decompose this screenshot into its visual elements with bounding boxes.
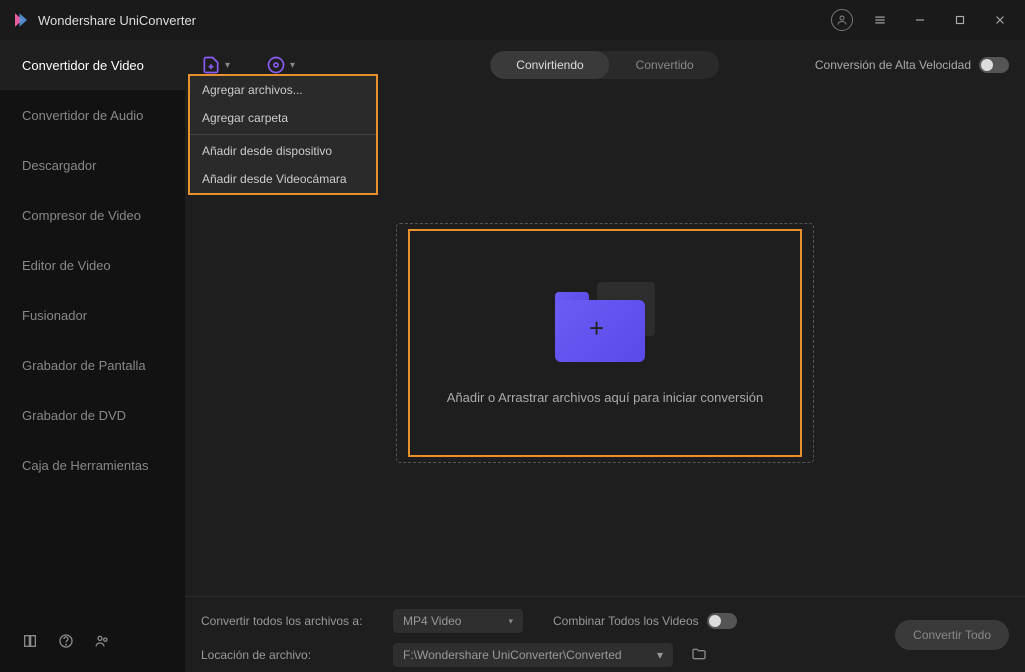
output-path-value: F:\Wondershare UniConverter\Converted bbox=[403, 648, 622, 662]
sidebar-item-toolbox[interactable]: Caja de Herramientas bbox=[0, 440, 185, 490]
app-title: Wondershare UniConverter bbox=[38, 13, 196, 28]
dropdown-item-label: Añadir desde Videocámara bbox=[202, 172, 347, 186]
chevron-down-icon: ▾ bbox=[290, 60, 295, 71]
high-speed-toggle-wrap: Conversión de Alta Velocidad bbox=[815, 57, 1009, 73]
titlebar: Wondershare UniConverter bbox=[0, 0, 1025, 40]
sidebar-item-dvd-burner[interactable]: Grabador de DVD bbox=[0, 390, 185, 440]
sidebar-item-merger[interactable]: Fusionador bbox=[0, 290, 185, 340]
plus-icon: + bbox=[589, 313, 604, 344]
sidebar-item-screen-recorder[interactable]: Grabador de Pantalla bbox=[0, 340, 185, 390]
tab-label: Convirtiendo bbox=[516, 58, 583, 72]
sidebar-item-audio-converter[interactable]: Convertidor de Audio bbox=[0, 90, 185, 140]
app-logo-icon bbox=[12, 11, 30, 29]
app-logo-wrap: Wondershare UniConverter bbox=[12, 11, 196, 29]
combine-label: Combinar Todos los Videos bbox=[553, 614, 699, 628]
chevron-down-icon: ▾ bbox=[508, 616, 513, 627]
add-disc-button[interactable]: ▾ bbox=[266, 55, 295, 75]
chevron-down-icon: ▾ bbox=[657, 648, 663, 662]
convert-all-label: Convertir todos los archivos a: bbox=[201, 614, 381, 628]
add-folder-icon: + bbox=[555, 282, 655, 362]
dropdown-from-camcorder[interactable]: Añadir desde Videocámara bbox=[190, 165, 376, 193]
output-format-value: MP4 Video bbox=[403, 614, 461, 628]
tab-segment: Convirtiendo Convertido bbox=[490, 51, 719, 79]
sidebar-item-label: Convertidor de Audio bbox=[22, 108, 143, 123]
book-icon[interactable] bbox=[22, 633, 38, 654]
close-icon[interactable] bbox=[987, 7, 1013, 33]
tab-converted[interactable]: Convertido bbox=[610, 51, 720, 79]
output-path-field[interactable]: F:\Wondershare UniConverter\Converted ▾ bbox=[393, 643, 673, 667]
sidebar-item-label: Compresor de Video bbox=[22, 208, 141, 223]
add-file-dropdown: Agregar archivos... Agregar carpeta Añad… bbox=[188, 74, 378, 195]
tab-label: Convertido bbox=[636, 58, 694, 72]
sidebar-item-label: Caja de Herramientas bbox=[22, 458, 148, 473]
location-label: Locación de archivo: bbox=[201, 648, 381, 662]
footer: Convertir todos los archivos a: MP4 Vide… bbox=[185, 596, 1025, 672]
sidebar-item-label: Fusionador bbox=[22, 308, 87, 323]
dropdown-item-label: Agregar archivos... bbox=[202, 83, 303, 97]
dropdown-add-folder[interactable]: Agregar carpeta bbox=[190, 104, 376, 132]
maximize-icon[interactable] bbox=[947, 7, 973, 33]
dropdown-item-label: Agregar carpeta bbox=[202, 111, 288, 125]
convert-all-button-label: Convertir Todo bbox=[913, 628, 991, 642]
combine-toggle[interactable] bbox=[707, 613, 737, 629]
chevron-down-icon: ▾ bbox=[225, 60, 230, 71]
sidebar-item-video-converter[interactable]: Convertidor de Video bbox=[0, 40, 185, 90]
user-account-icon[interactable] bbox=[831, 9, 853, 31]
sidebar-item-label: Convertidor de Video bbox=[22, 58, 144, 73]
minimize-icon[interactable] bbox=[907, 7, 933, 33]
team-icon[interactable] bbox=[94, 633, 110, 654]
open-folder-icon[interactable] bbox=[691, 646, 707, 665]
sidebar-footer bbox=[0, 615, 185, 672]
dropzone-dashed-border: + Añadir o Arrastrar archivos aquí para … bbox=[396, 223, 814, 463]
titlebar-controls bbox=[831, 7, 1013, 33]
combine-videos-wrap: Combinar Todos los Videos bbox=[553, 613, 737, 629]
sidebar-item-label: Descargador bbox=[22, 158, 96, 173]
menu-icon[interactable] bbox=[867, 7, 893, 33]
sidebar-item-label: Grabador de Pantalla bbox=[22, 358, 146, 373]
convert-all-button[interactable]: Convertir Todo bbox=[895, 620, 1009, 650]
sidebar: Convertidor de Video Convertidor de Audi… bbox=[0, 40, 185, 672]
tab-converting[interactable]: Convirtiendo bbox=[490, 51, 609, 79]
high-speed-label: Conversión de Alta Velocidad bbox=[815, 58, 971, 72]
dropzone-text: Añadir o Arrastrar archivos aquí para in… bbox=[447, 390, 763, 405]
dropdown-add-files[interactable]: Agregar archivos... bbox=[190, 76, 376, 104]
output-format-select[interactable]: MP4 Video ▾ bbox=[393, 609, 523, 633]
dropdown-separator bbox=[190, 134, 376, 135]
help-icon[interactable] bbox=[58, 633, 74, 654]
dropzone[interactable]: + Añadir o Arrastrar archivos aquí para … bbox=[408, 229, 802, 457]
sidebar-item-label: Editor de Video bbox=[22, 258, 111, 273]
dropdown-from-device[interactable]: Añadir desde dispositivo bbox=[190, 137, 376, 165]
sidebar-item-downloader[interactable]: Descargador bbox=[0, 140, 185, 190]
dropdown-item-label: Añadir desde dispositivo bbox=[202, 144, 332, 158]
sidebar-item-editor[interactable]: Editor de Video bbox=[0, 240, 185, 290]
high-speed-toggle[interactable] bbox=[979, 57, 1009, 73]
sidebar-item-label: Grabador de DVD bbox=[22, 408, 126, 423]
add-file-button[interactable]: ▾ bbox=[201, 55, 230, 75]
sidebar-item-compressor[interactable]: Compresor de Video bbox=[0, 190, 185, 240]
